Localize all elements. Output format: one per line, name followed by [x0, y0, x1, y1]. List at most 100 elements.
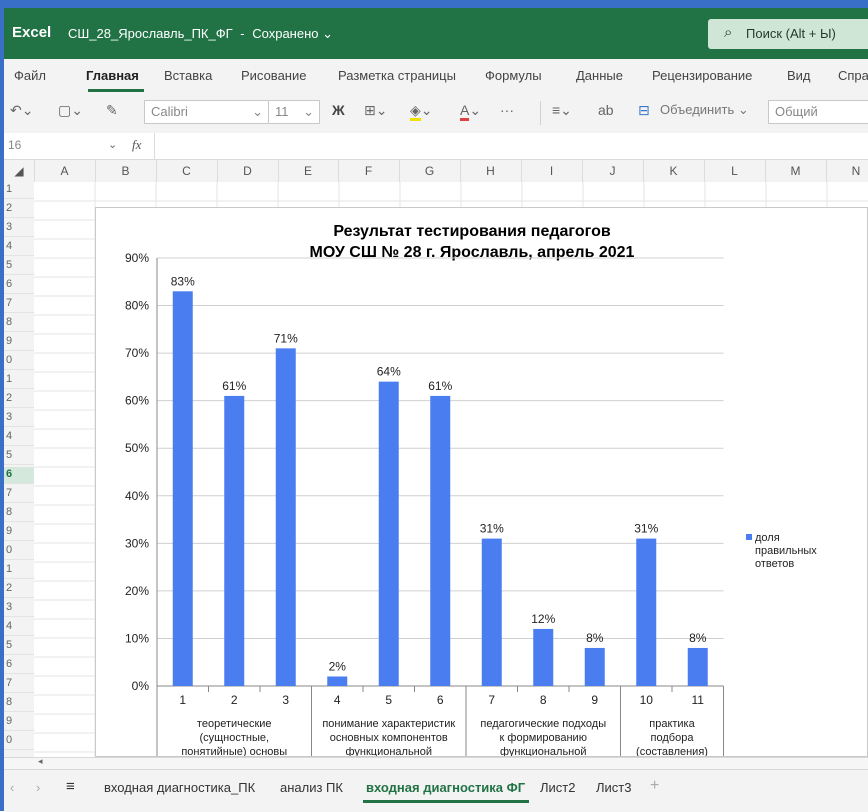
row-header[interactable]: 2	[4, 581, 34, 598]
column-header[interactable]: E	[278, 160, 339, 182]
data-label: 83%	[171, 274, 195, 288]
row-header[interactable]: 3	[4, 220, 34, 237]
row-header[interactable]: 7	[4, 676, 34, 693]
align-icon[interactable]: ≡⌄	[552, 102, 572, 119]
row-header[interactable]: 9	[4, 714, 34, 731]
ribbon-separator	[540, 101, 541, 125]
menu-review[interactable]: Рецензирование	[652, 68, 752, 83]
name-box[interactable]: 16	[8, 138, 21, 152]
column-header[interactable]: C	[156, 160, 218, 182]
paste-icon[interactable]: ▢⌄	[58, 102, 83, 119]
row-header[interactable]: 7	[4, 486, 34, 503]
select-all-corner[interactable]: ◢	[4, 160, 35, 182]
undo-icon[interactable]: ↶⌄	[10, 102, 33, 119]
row-header[interactable]: 6	[4, 467, 34, 484]
row-header[interactable]: 9	[4, 524, 34, 541]
column-header[interactable]: K	[643, 160, 705, 182]
row-header[interactable]: 2	[4, 201, 34, 218]
y-tick-label: 50%	[125, 441, 149, 455]
number-format-select[interactable]: Общий	[768, 100, 868, 124]
search-box[interactable]: ⌕ Поиск (Alt + Ы)	[708, 19, 868, 49]
wrap-text-icon[interactable]: ab	[598, 102, 614, 118]
scroll-left-icon[interactable]: ◂	[38, 756, 43, 767]
menu-help[interactable]: Спра	[838, 68, 868, 83]
chevron-down-icon[interactable]: ⌄	[108, 138, 117, 151]
tab-prev-icon[interactable]: ‹	[10, 780, 14, 795]
column-header[interactable]: M	[765, 160, 827, 182]
app-name[interactable]: Excel	[12, 24, 51, 41]
row-header[interactable]: 8	[4, 505, 34, 522]
row-header[interactable]: 0	[4, 543, 34, 560]
row-header[interactable]: 9	[4, 334, 34, 351]
column-header[interactable]: A	[34, 160, 96, 182]
row-header[interactable]: 7	[4, 296, 34, 313]
column-header[interactable]: D	[217, 160, 279, 182]
row-header[interactable]: 1	[4, 182, 34, 199]
font-size-select[interactable]: 11 ⌄	[268, 100, 320, 124]
column-header[interactable]: I	[521, 160, 583, 182]
column-header[interactable]: N	[826, 160, 868, 182]
row-header[interactable]: 4	[4, 619, 34, 636]
row-header[interactable]: 3	[4, 410, 34, 427]
column-header[interactable]: G	[399, 160, 461, 182]
y-tick-label: 40%	[125, 489, 149, 503]
add-sheet-icon[interactable]: +	[650, 777, 659, 795]
row-number: 5	[6, 259, 13, 271]
group-label: функциональной	[500, 746, 587, 756]
row-number: 9	[6, 715, 13, 727]
row-number: 5	[6, 639, 13, 651]
row-header[interactable]: 0	[4, 733, 34, 750]
column-header[interactable]: F	[338, 160, 400, 182]
row-header[interactable]: 6	[4, 277, 34, 294]
borders-icon[interactable]: ⊞⌄	[364, 102, 387, 119]
fx-icon[interactable]: fx	[132, 137, 141, 153]
data-label: 61%	[222, 379, 246, 393]
row-header[interactable]: 0	[4, 353, 34, 370]
row-header[interactable]: 3	[4, 600, 34, 617]
menu-draw[interactable]: Рисование	[241, 68, 306, 83]
row-header[interactable]: 1	[4, 372, 34, 389]
sheet-tab[interactable]: Лист2	[540, 780, 575, 795]
formula-bar: 16 ⌄ fx	[4, 133, 868, 160]
font-name-select[interactable]: Calibri ⌄	[144, 100, 270, 124]
row-header[interactable]: 8	[4, 695, 34, 712]
row-header[interactable]: 1	[4, 562, 34, 579]
sheet-tab[interactable]: анализ ПК	[280, 780, 343, 795]
menu-home[interactable]: Главная	[86, 68, 139, 83]
row-header[interactable]: 5	[4, 638, 34, 655]
menu-formulas[interactable]: Формулы	[485, 68, 542, 83]
row-header[interactable]: 4	[4, 429, 34, 446]
row-header[interactable]: 4	[4, 239, 34, 256]
group-label: педагогические подходы	[480, 718, 606, 730]
font-color-icon[interactable]: A⌄	[460, 102, 481, 121]
file-title[interactable]: СШ_28_Ярославль_ПК_ФГ - Сохранено ⌄	[68, 26, 333, 42]
sheet-tab-active[interactable]: входная диагностика ФГ	[366, 780, 525, 795]
row-header[interactable]: 2	[4, 391, 34, 408]
tab-next-icon[interactable]: ›	[36, 780, 40, 795]
column-header[interactable]: J	[582, 160, 644, 182]
fill-color-icon[interactable]: ◈⌄	[410, 102, 433, 121]
chart[interactable]: Результат тестирования педагогов МОУ СШ …	[95, 207, 868, 766]
menu-data[interactable]: Данные	[576, 68, 623, 83]
row-header[interactable]: 5	[4, 448, 34, 465]
column-header[interactable]: H	[460, 160, 522, 182]
sheet-tab[interactable]: Лист3	[596, 780, 631, 795]
row-header[interactable]: 6	[4, 657, 34, 674]
row-header[interactable]: 5	[4, 258, 34, 275]
column-header[interactable]: B	[95, 160, 157, 182]
row-number: 4	[6, 620, 13, 632]
sheet-tab[interactable]: входная диагностика_ПК	[104, 780, 255, 795]
column-header[interactable]: L	[704, 160, 766, 182]
merge-button[interactable]: Объединить ⌄	[660, 102, 749, 118]
more-button[interactable]: ···	[500, 102, 514, 118]
all-sheets-icon[interactable]: ≡	[66, 778, 75, 795]
format-painter-icon[interactable]: ✎	[106, 102, 118, 119]
menu-page-layout[interactable]: Разметка страницы	[338, 68, 456, 83]
merge-icon[interactable]: ⊟	[638, 102, 650, 119]
bold-button[interactable]: Ж	[332, 102, 345, 118]
menu-file[interactable]: Файл	[14, 68, 46, 83]
row-header[interactable]: 8	[4, 315, 34, 332]
row-number: 9	[6, 335, 13, 347]
menu-insert[interactable]: Вставка	[164, 68, 212, 83]
menu-view[interactable]: Вид	[787, 68, 811, 83]
